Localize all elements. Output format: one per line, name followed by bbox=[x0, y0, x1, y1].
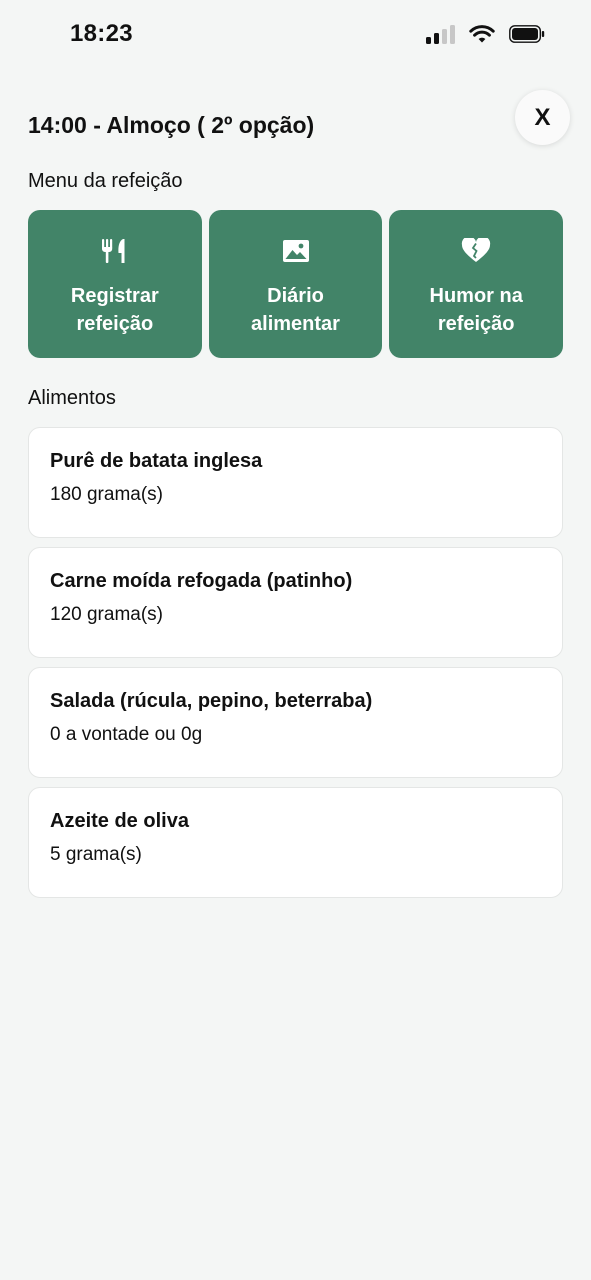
food-item[interactable]: Azeite de oliva 5 grama(s) bbox=[28, 787, 563, 898]
meal-mood-button[interactable]: Humor na refeição bbox=[389, 210, 564, 358]
fork-knife-icon bbox=[101, 236, 129, 266]
menu-section-label: Menu da refeição bbox=[28, 170, 183, 192]
image-icon bbox=[282, 236, 310, 266]
menu-actions: Registrar refeição Diário alimentar Humo… bbox=[28, 210, 564, 358]
status-time: 18:23 bbox=[70, 20, 133, 47]
food-name: Salada (rúcula, pepino, beterraba) bbox=[50, 690, 373, 712]
food-name: Azeite de oliva bbox=[50, 810, 189, 832]
status-bar: 18:23 bbox=[0, 0, 591, 72]
page-title: 14:00 - Almoço ( 2º opção) bbox=[28, 112, 315, 138]
food-quantity: 0 a vontade ou 0g bbox=[50, 724, 203, 745]
heart-icon bbox=[461, 236, 491, 266]
wifi-icon bbox=[469, 25, 495, 43]
meal-mood-label: Humor na refeição bbox=[429, 285, 523, 335]
food-name: Purê de batata inglesa bbox=[50, 450, 263, 472]
food-item[interactable]: Salada (rúcula, pepino, beterraba) 0 a v… bbox=[28, 667, 563, 778]
food-item[interactable]: Carne moída refogada (patinho) 120 grama… bbox=[28, 547, 563, 658]
register-meal-button[interactable]: Registrar refeição bbox=[28, 210, 202, 358]
battery-icon bbox=[509, 25, 545, 43]
food-quantity: 180 grama(s) bbox=[50, 484, 163, 505]
food-quantity: 5 grama(s) bbox=[50, 844, 142, 865]
register-meal-label: Registrar refeição bbox=[70, 285, 159, 335]
foods-section-label: Alimentos bbox=[28, 387, 116, 409]
food-list: Purê de batata inglesa 180 grama(s) Carn… bbox=[28, 427, 563, 907]
status-icons bbox=[426, 24, 545, 44]
close-button[interactable]: X bbox=[515, 90, 570, 145]
food-diary-label: Diário alimentar bbox=[251, 285, 340, 335]
food-item[interactable]: Purê de batata inglesa 180 grama(s) bbox=[28, 427, 563, 538]
food-name: Carne moída refogada (patinho) bbox=[50, 570, 353, 592]
food-diary-button[interactable]: Diário alimentar bbox=[208, 210, 383, 358]
food-quantity: 120 grama(s) bbox=[50, 604, 163, 625]
signal-icon bbox=[426, 24, 455, 44]
